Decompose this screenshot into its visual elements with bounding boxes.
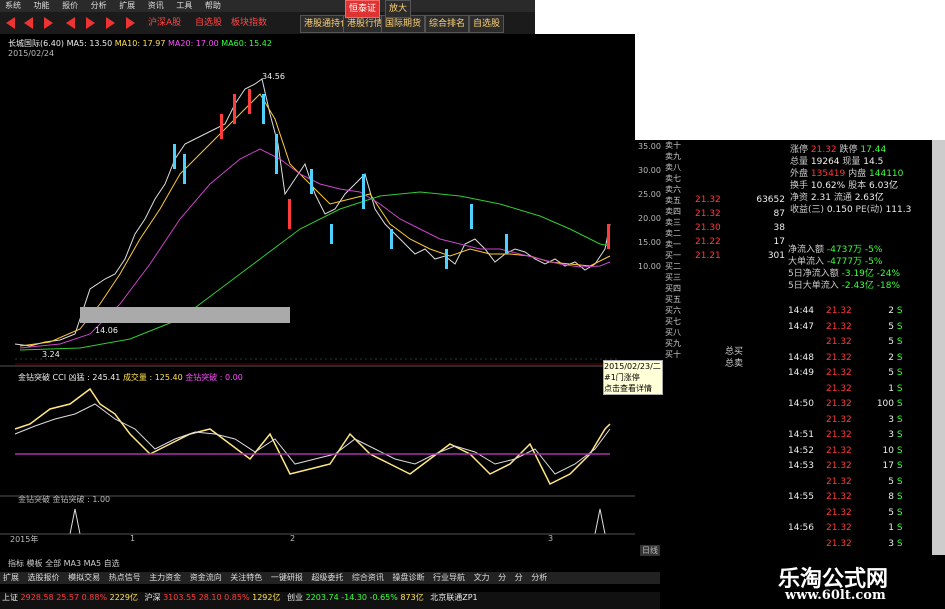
function-tab[interactable]: 热点信号 xyxy=(106,573,144,582)
date-axis-tick: 1 xyxy=(130,534,136,543)
function-tab[interactable]: 分析 xyxy=(528,573,550,582)
watermark: 乐淘公式网 www.60lt.com xyxy=(745,555,945,609)
function-tab[interactable]: 选股报价 xyxy=(25,573,63,582)
function-tab[interactable]: 分 xyxy=(512,573,526,582)
date-axis-tick: 3 xyxy=(548,534,554,543)
chart-svg xyxy=(0,78,635,535)
flow-panel: 净流入额 -4737万 -5% 大单流入 -4777万 -5% 5日净流入额 -… xyxy=(788,245,901,291)
tooltip-date: 2015/02/23/二 xyxy=(604,362,661,371)
indicator2-label: 金钻突破 金钻突破 : 1.00 xyxy=(18,495,111,504)
date-axis-tick: 2 xyxy=(290,534,296,543)
function-tab[interactable]: 行业导航 xyxy=(430,573,468,582)
forward-arrow-icon[interactable] xyxy=(86,17,95,29)
bid-list: 21.32 63652 21.32 87 21.30 38 21.22 17 21.21… xyxy=(695,195,785,261)
highlight-bar xyxy=(80,307,290,323)
forward-arrow-icon[interactable] xyxy=(106,17,115,29)
kline-chart[interactable]: 长城国际(6.40) MA5: 13.50 MA10: 17.97 MA20: … xyxy=(0,34,663,546)
toolbar-box[interactable]: 自选股 xyxy=(469,15,505,33)
order-labels: 卖十 卖九 卖八 卖七 卖六 卖五 卖四 卖三 卖二 卖一 买一 买二 买三 买… xyxy=(665,141,681,359)
server-label: 北京联通ZP1 xyxy=(430,593,478,602)
toolbar: 沪深A股 自选股 板块指数 港股通持仓 港股行情 国际期货 综合排名 自选股 恒… xyxy=(0,0,535,35)
function-tab[interactable]: 文力 xyxy=(471,573,493,582)
function-tab[interactable]: 主力资金 xyxy=(146,573,184,582)
small-tab[interactable]: MA5 xyxy=(84,559,101,568)
index-status-bar: 上证 2928.58 25.57 0.88% 2229亿 沪深 3103.55 … xyxy=(0,592,660,609)
menu-item[interactable]: 帮助 xyxy=(200,0,226,12)
tooltip-line: #1门涨停 xyxy=(604,373,640,382)
menu-item[interactable]: 扩展 xyxy=(114,0,140,12)
low-label: 3.24 xyxy=(42,350,60,359)
scrollbar[interactable] xyxy=(932,140,945,580)
index-item[interactable]: 沪深 3103.55 28.10 0.85% 1292亿 xyxy=(143,593,286,602)
signal-tooltip[interactable]: 2015/02/23/二 #1门涨停 点击查看详情 xyxy=(603,360,663,395)
price-axis: 35.00 30.00 25.00 20.00 15.00 10.00 xyxy=(638,142,661,271)
forward-arrow-icon[interactable] xyxy=(44,17,53,29)
function-bar: 扩展 选股报价 模拟交易 热点信号 主力资金 资金流向 关注特色 一键研报 超级… xyxy=(0,572,660,584)
watermark-url: www.60lt.com xyxy=(785,588,886,603)
date-axis-start: 2015年 xyxy=(10,535,39,544)
function-tab[interactable]: 扩展 xyxy=(0,573,22,582)
menu-item[interactable]: 工具 xyxy=(171,0,197,12)
period-tab[interactable]: 日线 xyxy=(640,545,660,556)
function-tab[interactable]: 关注特色 xyxy=(227,573,265,582)
back-arrow-icon[interactable] xyxy=(66,17,75,29)
small-tab[interactable]: MA3 xyxy=(64,559,81,568)
function-tab[interactable]: 一键研报 xyxy=(268,573,306,582)
peak-label: 34.56 xyxy=(262,72,285,81)
index-item[interactable]: 创业 2203.74 -14.30 -0.65% 873亿 xyxy=(285,593,428,602)
tooltip-line[interactable]: 点击查看详情 xyxy=(604,383,662,394)
menu-item[interactable]: 报价 xyxy=(57,0,83,12)
function-tab[interactable]: 资金流向 xyxy=(187,573,225,582)
index-item[interactable]: 上证 2928.58 25.57 0.88% 2229亿 xyxy=(0,593,143,602)
indicator-label: 金钻突破 CCI 凶猛 : 245.41 成交量 : 125.40 金钻突破 :… xyxy=(18,373,243,382)
function-tab[interactable]: 模拟交易 xyxy=(65,573,103,582)
flat-label: 14.06 xyxy=(95,326,118,335)
toolbar-item[interactable]: 自选股 xyxy=(192,15,225,31)
small-tab[interactable]: 自选 xyxy=(104,559,120,568)
small-tab[interactable]: 全部 xyxy=(45,559,61,568)
function-tab[interactable]: 综合资讯 xyxy=(349,573,387,582)
tick-list: 14:44 21.32 2 S 14:47 21.32 5 S 21.32 5 S 14:… xyxy=(788,306,903,549)
small-tab[interactable]: 模板 xyxy=(27,559,43,568)
back-arrow-icon[interactable] xyxy=(24,17,33,29)
menu-item[interactable]: 功能 xyxy=(29,0,55,12)
function-tab[interactable]: 分 xyxy=(495,573,509,582)
back-arrow-icon[interactable] xyxy=(6,17,15,29)
menu-item[interactable]: 系统 xyxy=(0,0,26,12)
toolbar-box[interactable]: 综合排名 xyxy=(425,15,470,33)
active-tab[interactable]: 恒泰证 xyxy=(345,0,381,18)
function-tab[interactable]: 操盘诊断 xyxy=(389,573,427,582)
menu-item[interactable]: 分析 xyxy=(86,0,112,12)
summary-panel: 涨停 21.32 跌停 17.44 总量 19264 现量 14.5 外盘 13… xyxy=(790,145,912,215)
small-tabs: 指标 模板 全部 MA3 MA5 自选 xyxy=(8,558,120,569)
toolbar-item[interactable]: 板块指数 xyxy=(228,15,270,31)
forward-arrow-icon[interactable] xyxy=(126,17,135,29)
zoom-button[interactable]: 放大 xyxy=(385,0,412,18)
menu-item[interactable]: 资讯 xyxy=(143,0,169,12)
function-tab[interactable]: 超级委托 xyxy=(308,573,346,582)
total-sell: 总卖 xyxy=(725,359,744,369)
small-tab[interactable]: 指标 xyxy=(8,559,24,568)
toolbar-item[interactable]: 沪深A股 xyxy=(145,15,184,31)
